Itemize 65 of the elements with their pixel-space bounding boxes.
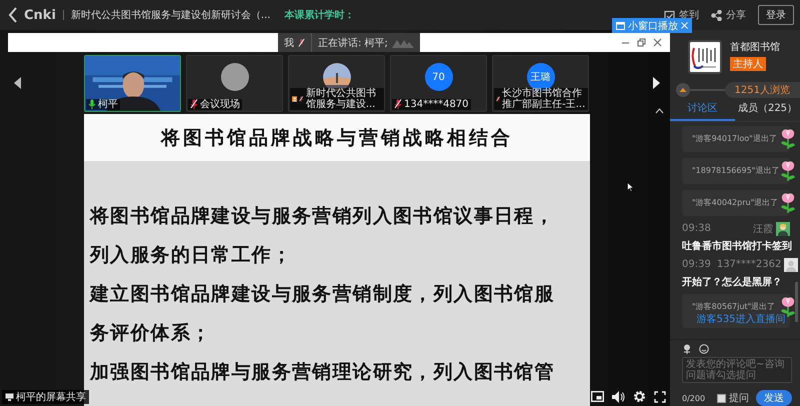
speaking-text: 正在讲话: 柯平; [318, 36, 388, 50]
screen-share-text: 柯平的屏幕共享 [16, 390, 86, 404]
join-notice: 游客535进入直播间 [695, 312, 787, 326]
collapse-icon[interactable] [655, 108, 664, 114]
avatar: 70 [424, 63, 452, 91]
avatar [784, 258, 798, 272]
avatar [220, 63, 248, 91]
course-title: 新时代公共图书馆服务与建设创新研讨会（... [70, 8, 270, 22]
muted-mic-icon [298, 38, 305, 48]
participant-tile[interactable]: 新时代公共图书馆服务与建设... [288, 54, 385, 112]
emoji-icon[interactable] [699, 344, 709, 354]
question-checkbox[interactable] [717, 394, 726, 402]
window-icon [616, 22, 625, 30]
slide-text: 将图书馆品牌建设与服务营销列入图书馆议事日程， [90, 204, 556, 229]
question-label: 提问 [729, 392, 749, 405]
send-button[interactable]: 发送 [756, 390, 792, 406]
participant-tile[interactable]: 70 134****4870 [390, 54, 487, 112]
exit-notice: "游客94017loo"退出了 [692, 133, 777, 144]
tab[interactable]: 讨论区 [670, 98, 735, 121]
exit-notice: "游客80567jut"退出了 [692, 301, 776, 312]
expand-icon[interactable] [676, 82, 690, 97]
logo: Cnki [24, 8, 56, 22]
fullscreen-icon[interactable] [654, 390, 666, 402]
user-name: 137****2362 [716, 259, 782, 270]
avatar [776, 222, 790, 236]
tab[interactable]: 成员（225） [735, 98, 800, 121]
exit-notice: "18978156695"退出了 [692, 165, 780, 176]
message-time: 09:38 [682, 223, 711, 234]
back-icon[interactable] [8, 7, 18, 23]
comment-field[interactable]: 发表您的评论吧~咨询问题请勾选提问 [682, 357, 792, 383]
slide-text: 务评价体系； [90, 321, 212, 346]
host-role-tag: 主持人 [730, 57, 766, 71]
participant-name: 柯平 [98, 98, 118, 110]
host-logo [688, 40, 722, 74]
picture-in-picture-icon[interactable] [591, 391, 604, 402]
study-hours-label: 本课累计学时： [284, 8, 354, 22]
restore-icon[interactable] [637, 38, 646, 47]
participant-name: 会议现场 [200, 98, 240, 110]
participant-tile[interactable]: 柯平 [84, 54, 181, 112]
header-link[interactable]: 分享 [726, 8, 746, 22]
message-time: 09:39 [682, 259, 711, 270]
slide-text: 建立图书馆品牌建设与服务营销制度，列入图书馆服 [90, 282, 556, 307]
settings-icon[interactable] [633, 390, 646, 403]
slide-title: 将图书馆品牌战略与营销战略相结合 [84, 114, 590, 161]
message-text: 开始了？怎么是黑屏？ [682, 276, 783, 289]
slide-text: 列入服务的日常工作； [90, 243, 293, 268]
participant-name: 新时代公共图书馆服务与建设... [306, 88, 377, 110]
slide-text: 加强图书馆品牌与服务营销理论研究，列入图书馆管 [90, 360, 556, 385]
cursor-icon [627, 182, 634, 192]
volume-icon[interactable] [612, 390, 625, 402]
monitor-icon [5, 393, 14, 401]
participant-tile[interactable]: 会议现场 [186, 54, 283, 112]
participant-name: 134****4870 [404, 98, 469, 110]
close-icon[interactable] [653, 38, 662, 47]
next-icon[interactable] [652, 77, 660, 89]
viewer-count: 1251人浏览 [724, 82, 800, 98]
self-label: 我 [284, 36, 294, 50]
user-name: 汪霞 [753, 222, 773, 236]
message-text: 吐鲁番市图书馆打卡签到 [682, 239, 790, 253]
login-button[interactable]: 登录 [758, 5, 794, 25]
share-icon[interactable] [711, 10, 722, 20]
exit-notice: "游客40042pru"退出了 [692, 197, 778, 208]
previous-icon[interactable] [14, 77, 22, 89]
character-counter: 0/200 [682, 394, 706, 402]
host-name: 首都图书馆 [730, 40, 780, 54]
